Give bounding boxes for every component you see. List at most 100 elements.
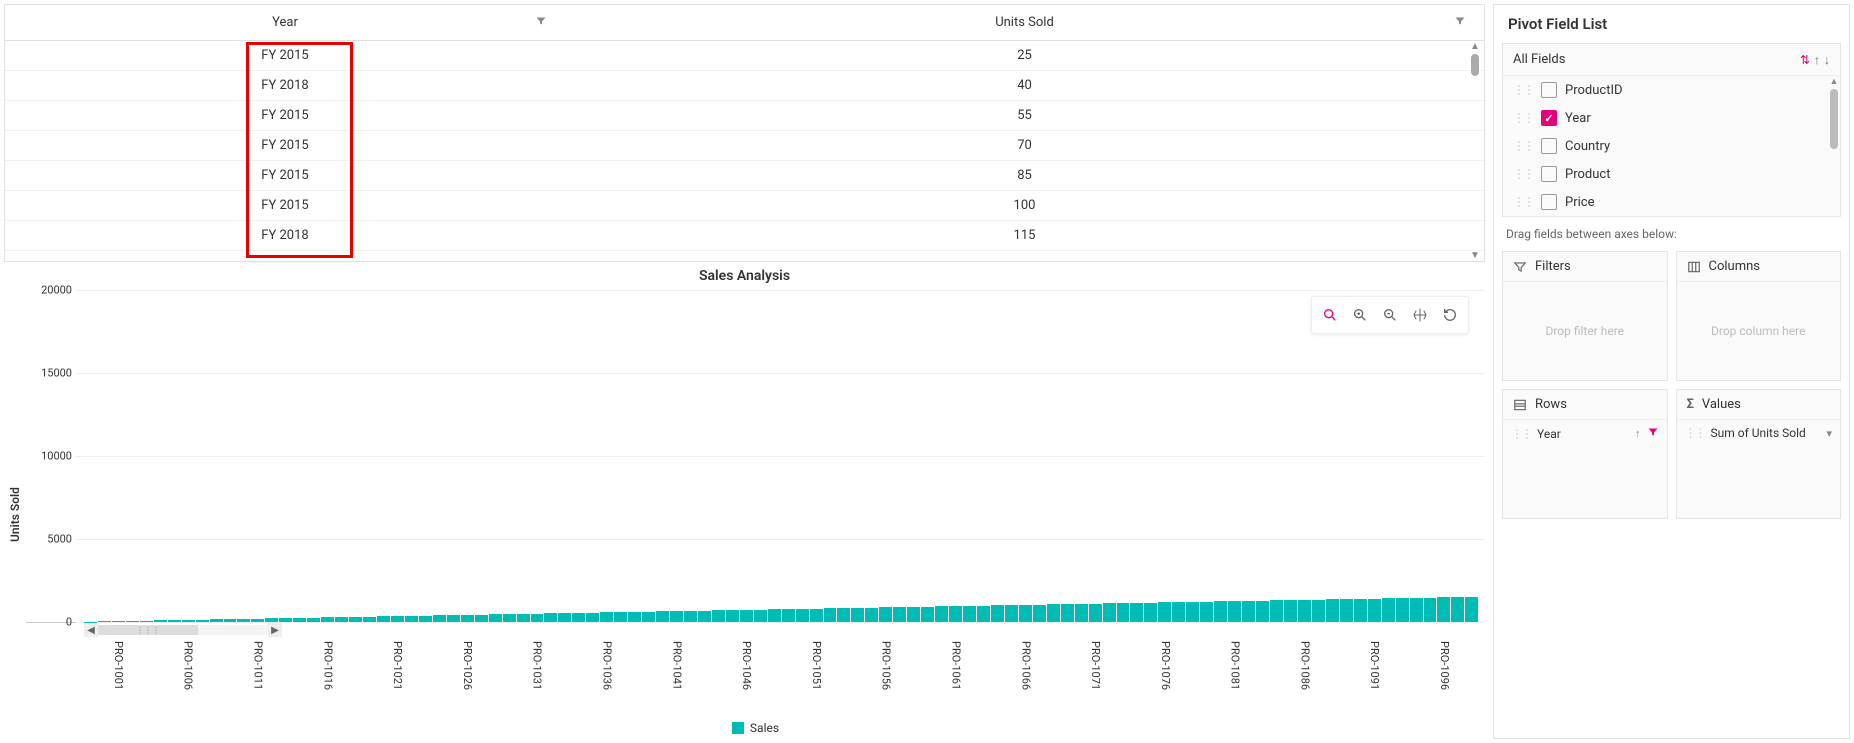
bar[interactable] xyxy=(293,618,306,622)
bar[interactable] xyxy=(1214,601,1227,622)
table-row[interactable]: FY 201555 xyxy=(5,101,1484,131)
sort-asc-icon[interactable]: ↑ xyxy=(1814,53,1820,67)
drag-handle-icon[interactable]: ⋮⋮ xyxy=(1513,111,1533,125)
bar[interactable] xyxy=(1172,602,1185,622)
bar[interactable] xyxy=(503,614,516,622)
rows-item[interactable]: ⋮⋮ Year ↑ xyxy=(1503,420,1667,447)
bar[interactable] xyxy=(475,615,488,622)
checkbox[interactable] xyxy=(1541,138,1557,154)
bar[interactable] xyxy=(670,611,683,622)
vertical-scrollbar[interactable]: ▲ ▼ xyxy=(1468,41,1482,261)
zoom-out-button[interactable] xyxy=(1376,301,1404,329)
reset-button[interactable] xyxy=(1436,301,1464,329)
bar[interactable] xyxy=(572,613,585,622)
bar[interactable] xyxy=(419,616,432,622)
bar[interactable] xyxy=(1019,605,1032,622)
bar[interactable] xyxy=(335,617,348,622)
bar[interactable] xyxy=(768,609,781,622)
values-item[interactable]: ⋮⋮ Sum of Units Sold ▾ xyxy=(1677,420,1841,446)
bar[interactable] xyxy=(433,615,446,622)
col-header-units[interactable]: Units Sold xyxy=(995,15,1054,30)
bar[interactable] xyxy=(782,609,795,622)
filters-axis[interactable]: Filters Drop filter here xyxy=(1502,251,1668,381)
bar[interactable] xyxy=(698,611,711,622)
bar[interactable] xyxy=(921,607,934,622)
bar[interactable] xyxy=(1033,605,1046,622)
field-item[interactable]: ⋮⋮Country xyxy=(1503,132,1840,160)
bar[interactable] xyxy=(405,616,418,622)
bar[interactable] xyxy=(963,606,976,622)
bar[interactable] xyxy=(642,612,655,622)
sort-toggle-icon[interactable]: ⇅ xyxy=(1800,53,1810,67)
bar[interactable] xyxy=(1130,603,1143,622)
bar[interactable] xyxy=(614,612,627,622)
bar[interactable] xyxy=(1340,599,1353,622)
bar[interactable] xyxy=(1354,599,1367,622)
bar[interactable] xyxy=(893,607,906,622)
field-item[interactable]: ⋮⋮Price xyxy=(1503,188,1840,216)
bar[interactable] xyxy=(1144,603,1157,622)
bar[interactable] xyxy=(1158,602,1171,622)
bar[interactable] xyxy=(1410,598,1423,622)
bar[interactable] xyxy=(98,621,111,622)
bar[interactable] xyxy=(1326,599,1339,622)
zoom-select-button[interactable] xyxy=(1316,301,1344,329)
bar[interactable] xyxy=(837,608,850,622)
bar[interactable] xyxy=(754,610,767,622)
fields-scrollbar[interactable]: ▲ xyxy=(1829,76,1839,149)
bar[interactable] xyxy=(1312,600,1325,622)
columns-axis[interactable]: Columns Drop column here xyxy=(1676,251,1842,381)
bar[interactable] xyxy=(182,620,195,622)
bar[interactable] xyxy=(991,605,1004,622)
bar[interactable] xyxy=(265,618,278,622)
bar[interactable] xyxy=(1075,604,1088,622)
bar[interactable] xyxy=(1284,600,1297,622)
drag-handle-icon[interactable]: ⋮⋮ xyxy=(1511,427,1531,441)
bar[interactable] xyxy=(684,611,697,622)
dropdown-icon[interactable]: ▾ xyxy=(1826,427,1832,440)
bar[interactable] xyxy=(1117,603,1130,622)
bar[interactable] xyxy=(168,620,181,622)
bar[interactable] xyxy=(1228,601,1241,622)
bar[interactable] xyxy=(461,615,474,622)
bar[interactable] xyxy=(656,611,669,622)
bar[interactable] xyxy=(279,618,292,622)
filter-icon[interactable] xyxy=(1454,15,1466,31)
table-row[interactable]: FY 201525 xyxy=(5,41,1484,71)
bar[interactable] xyxy=(251,619,264,622)
table-row[interactable]: FY 201585 xyxy=(5,161,1484,191)
drag-handle-icon[interactable]: ⋮⋮ xyxy=(1685,426,1705,440)
bar[interactable] xyxy=(224,619,237,622)
bar[interactable] xyxy=(1298,600,1311,622)
scroll-down-icon[interactable]: ▼ xyxy=(1470,250,1480,261)
bar[interactable] xyxy=(237,619,250,622)
bar[interactable] xyxy=(1382,598,1395,622)
bar[interactable] xyxy=(600,612,613,622)
bar[interactable] xyxy=(363,617,376,622)
sort-desc-icon[interactable]: ↓ xyxy=(1824,53,1830,67)
table-row[interactable]: FY 201570 xyxy=(5,131,1484,161)
scroll-right-icon[interactable]: ▶ xyxy=(268,623,282,637)
bar[interactable] xyxy=(628,612,641,622)
bar[interactable] xyxy=(740,610,753,622)
drag-handle-icon[interactable]: ⋮⋮ xyxy=(1513,195,1533,209)
bar[interactable] xyxy=(1270,600,1283,622)
bar[interactable] xyxy=(1465,597,1478,622)
bar[interactable] xyxy=(851,608,864,622)
col-header-year[interactable]: Year xyxy=(272,15,298,30)
bar[interactable] xyxy=(1437,597,1450,622)
bar[interactable] xyxy=(1424,598,1437,622)
bar[interactable] xyxy=(307,618,320,622)
bar[interactable] xyxy=(1005,605,1018,622)
drag-handle-icon[interactable]: ⋮⋮ xyxy=(1513,83,1533,97)
x-scroll-track[interactable]: ⋮⋮⋮ xyxy=(98,625,268,635)
bar[interactable] xyxy=(879,607,892,622)
field-item[interactable]: ⋮⋮Product xyxy=(1503,160,1840,188)
bar[interactable] xyxy=(907,607,920,622)
sort-asc-icon[interactable]: ↑ xyxy=(1635,427,1641,440)
pan-button[interactable] xyxy=(1406,301,1434,329)
bar[interactable] xyxy=(810,609,823,622)
bar[interactable] xyxy=(1451,597,1464,622)
bar[interactable] xyxy=(1061,604,1074,622)
bar[interactable] xyxy=(1256,601,1269,622)
